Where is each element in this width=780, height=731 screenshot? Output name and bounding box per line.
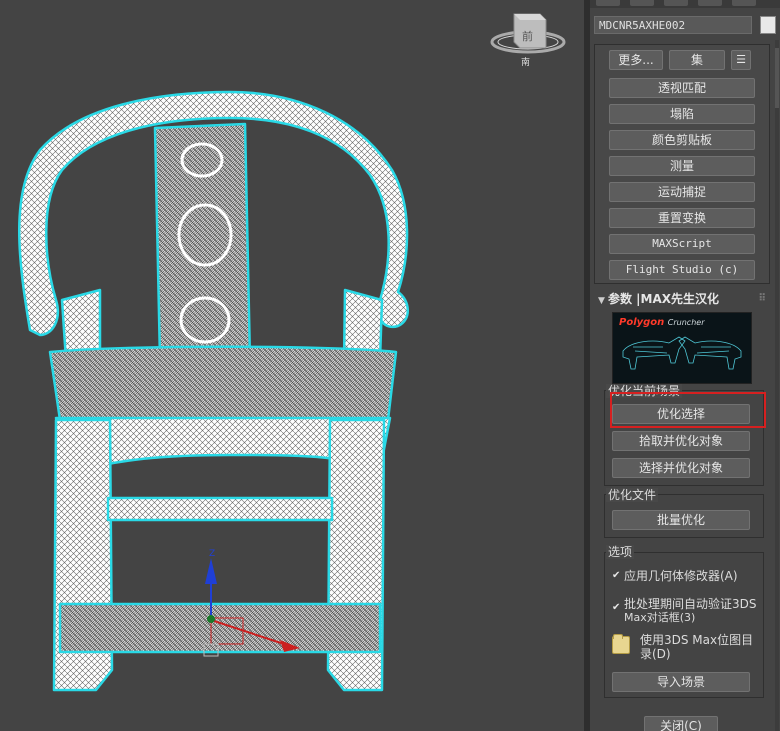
tab-motion[interactable]	[698, 0, 722, 6]
object-color-swatch[interactable]	[760, 16, 776, 34]
svg-text:前: 前	[522, 29, 533, 43]
measure-button[interactable]: 测量	[609, 156, 755, 176]
perspective-viewport[interactable]: Z 前 南	[0, 0, 584, 731]
tab-modify[interactable]	[630, 0, 654, 6]
options-label: 选项	[606, 545, 635, 559]
use-bitmap-label-line1: 使用3DS Max位图目	[640, 633, 754, 647]
flight-studio-button[interactable]: Flight Studio (c)	[609, 260, 755, 280]
configure-button-sets-icon[interactable]: ☰	[731, 50, 751, 70]
sets-button[interactable]: 集	[669, 50, 725, 70]
perspective-match-button[interactable]: 透视匹配	[609, 78, 755, 98]
object-name-field[interactable]: MDCNR5AXHE002	[594, 16, 752, 34]
chair-wireframe: Z 前 南	[18, 13, 566, 692]
reset-xform-button[interactable]: 重置变换	[609, 208, 755, 228]
use-bitmap-dir-option[interactable]: 使用3DS Max位图目 录(D)	[640, 634, 764, 662]
maxscript-button[interactable]: MAXScript	[609, 234, 755, 254]
parameters-rollout-title: 参数 |MAX先生汉化	[608, 292, 720, 306]
panel-scrollbar[interactable]	[775, 40, 779, 731]
cow-wireframe-icon	[622, 336, 742, 370]
collapse-button[interactable]: 塌陷	[609, 104, 755, 124]
polygon-cruncher-logo: Polygon Cruncher	[612, 312, 752, 384]
apply-modifiers-label: 应用几何体修改器(A)	[624, 569, 738, 583]
import-scene-button[interactable]: 导入场景	[612, 672, 750, 692]
more-button[interactable]: 更多...	[609, 50, 663, 70]
drag-grip-icon[interactable]: ⠿	[758, 290, 766, 308]
parameters-rollout-header[interactable]: ▼ 参数 |MAX先生汉化 ⠿	[594, 290, 770, 308]
pick-and-optimize-button[interactable]: 拾取并优化对象	[612, 431, 750, 451]
command-panel: MDCNR5AXHE002 更多... 集 ☰ 透视匹配 塌陷 颜色剪贴板 测量…	[590, 0, 780, 731]
folder-icon[interactable]	[612, 634, 630, 654]
batch-autovalidate-label-line2: Max对话框(3)	[624, 611, 696, 624]
apply-modifiers-checkbox[interactable]: ✔ 应用几何体修改器(A)	[612, 570, 762, 584]
select-and-optimize-button[interactable]: 选择并优化对象	[612, 458, 750, 478]
checkmark-icon: ✔	[612, 570, 621, 581]
optimize-selection-button[interactable]: 优化选择	[612, 404, 750, 424]
scrollbar-thumb[interactable]	[775, 48, 779, 108]
panel-tab-strip	[590, 0, 780, 8]
motion-capture-button[interactable]: 运动捕捉	[609, 182, 755, 202]
checkmark-icon: ✔	[612, 602, 621, 613]
tab-utilities[interactable]	[732, 0, 756, 6]
svg-text:Z: Z	[209, 549, 215, 559]
optimize-scene-label: 优化当前场景	[606, 384, 683, 398]
svg-text:南: 南	[521, 56, 530, 68]
utilities-rollout: 更多... 集 ☰ 透视匹配 塌陷 颜色剪贴板 测量 运动捕捉 重置变换 MAX…	[594, 44, 770, 284]
optimize-files-label: 优化文件	[606, 488, 659, 502]
tab-create[interactable]	[596, 0, 620, 6]
close-button[interactable]: 关闭(C)	[644, 716, 718, 731]
batch-autovalidate-label-line1: 批处理期间自动验证3DS	[624, 597, 757, 611]
color-clipboard-button[interactable]: 颜色剪贴板	[609, 130, 755, 150]
viewcube[interactable]: 前 南	[490, 13, 566, 68]
use-bitmap-label-line2: 录(D)	[640, 647, 671, 661]
collapse-triangle-icon: ▼	[598, 296, 605, 306]
batch-autovalidate-checkbox[interactable]: ✔ 批处理期间自动验证3DS Max对话框(3)	[612, 598, 762, 626]
tab-hierarchy[interactable]	[664, 0, 688, 6]
batch-optimize-button[interactable]: 批量优化	[612, 510, 750, 530]
